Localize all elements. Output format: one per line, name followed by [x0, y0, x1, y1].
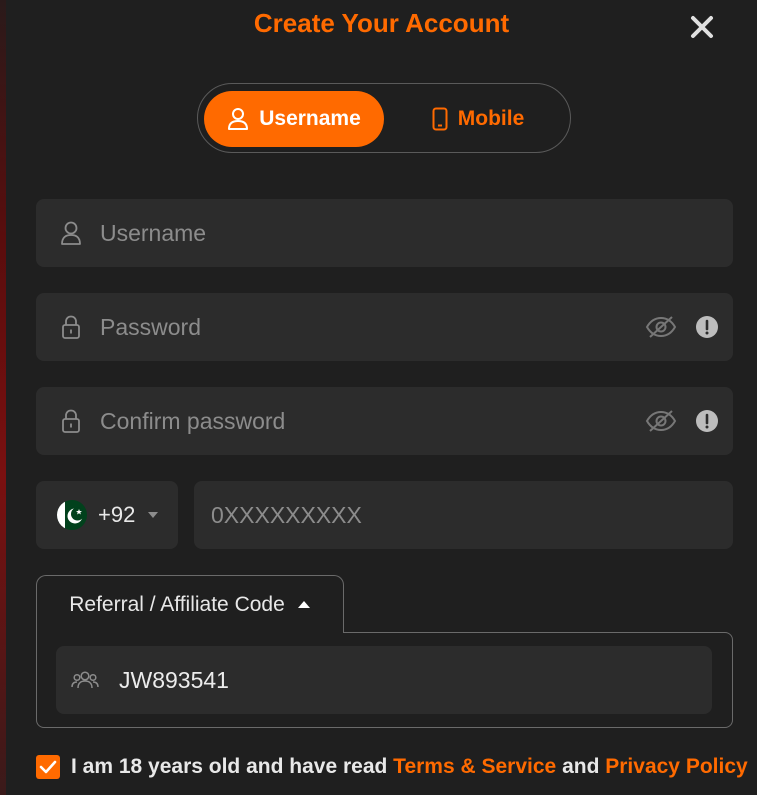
referral-code-panel [36, 632, 733, 728]
checkmark-icon [39, 760, 57, 774]
country-code-select[interactable]: +92 [36, 481, 178, 549]
referral-code-toggle[interactable]: Referral / Affiliate Code [36, 575, 344, 633]
country-code-value: +92 [98, 502, 136, 527]
referral-code-label: Referral / Affiliate Code [69, 592, 285, 616]
eye-slash-icon[interactable] [645, 409, 677, 433]
user-icon [228, 108, 249, 130]
referral-code-field [56, 646, 712, 714]
alert-circle-icon[interactable] [695, 409, 719, 433]
pakistan-flag-icon [57, 500, 87, 530]
username-input[interactable] [100, 199, 733, 267]
confirm-password-input[interactable] [100, 387, 645, 455]
age-terms-checkbox[interactable] [36, 755, 60, 779]
caret-up-icon [297, 601, 310, 608]
user-icon [56, 218, 86, 248]
phone-number-field [194, 481, 733, 549]
referral-code-input[interactable] [119, 646, 712, 714]
terms-of-service-link[interactable]: Terms & Service [393, 755, 556, 779]
tab-mobile-label: Mobile [457, 107, 525, 130]
modal-title: Create Your Account [253, 8, 510, 38]
close-icon [691, 16, 713, 38]
terms-agreement: I am 18 years old and have read Terms & … [36, 755, 748, 779]
terms-text: I am 18 years old and have read [71, 755, 388, 778]
lock-icon [56, 312, 86, 342]
confirm-password-field [36, 387, 733, 455]
eye-slash-icon[interactable] [645, 315, 677, 339]
username-field [36, 199, 733, 267]
tab-username-label: Username [259, 107, 361, 130]
tab-mobile[interactable]: Mobile [398, 91, 558, 147]
password-input[interactable] [100, 293, 645, 361]
terms-connector: and [562, 755, 600, 778]
create-account-modal: Create Your Account Username Mobile User… [6, 0, 757, 795]
lock-icon [56, 406, 86, 436]
phone-number-input[interactable] [211, 481, 733, 549]
tab-username[interactable]: Username [204, 91, 384, 147]
caret-down-icon [148, 512, 159, 518]
close-button[interactable] [687, 12, 717, 42]
alert-circle-icon[interactable] [695, 315, 719, 339]
privacy-policy-link[interactable]: Privacy Policy [605, 755, 747, 779]
password-field [36, 293, 733, 361]
mobile-phone-icon [432, 107, 448, 131]
signup-method-toggle: Username Mobile [197, 83, 571, 153]
users-icon [71, 671, 99, 689]
